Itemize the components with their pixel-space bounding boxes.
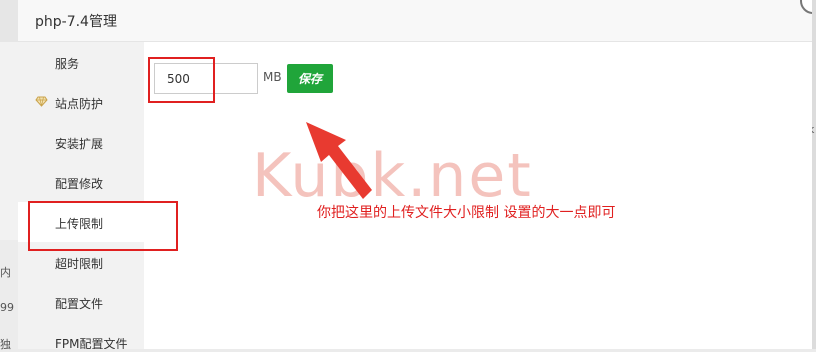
annotation-text: 你把这里的上传文件大小限制 设置的大一点即可 (317, 205, 616, 221)
annotation-arrow (306, 122, 372, 199)
